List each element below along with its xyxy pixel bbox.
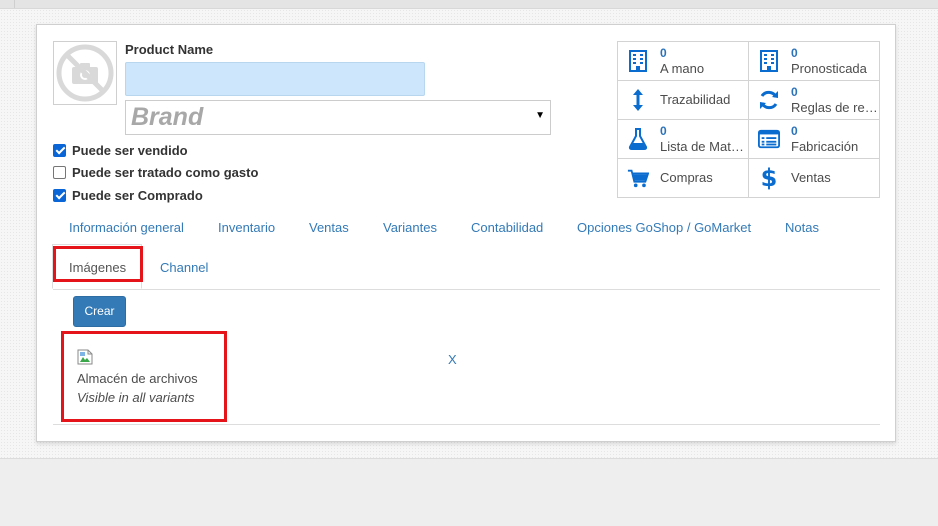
smart-button-on-hand[interactable]: 0 A mano bbox=[618, 42, 749, 81]
smart-button-purchases[interactable]: Compras bbox=[618, 159, 749, 197]
tab-variantes[interactable]: Variantes bbox=[383, 220, 437, 235]
purchases-label: Compras bbox=[660, 170, 713, 185]
checkbox-expense[interactable]: Puede ser tratado como gasto bbox=[53, 164, 258, 180]
sales-label: Ventas bbox=[791, 170, 831, 185]
smart-button-manufacturing[interactable]: 0 Fabricación bbox=[749, 120, 880, 159]
refresh-icon bbox=[758, 89, 780, 111]
on-hand-count: 0 bbox=[660, 46, 667, 60]
bottom-divider bbox=[53, 424, 880, 425]
on-hand-label: A mano bbox=[660, 61, 705, 76]
vertical-arrows-icon bbox=[627, 89, 649, 111]
tab-inventario[interactable]: Inventario bbox=[218, 220, 275, 235]
building-icon bbox=[758, 50, 780, 72]
checkbox-sale-ok-label: Puede ser vendido bbox=[72, 142, 188, 158]
highlight-box-image-item bbox=[61, 331, 227, 422]
smart-buttons-box: 0 A mano 0 Pronosticada Trazabilidad 0 R… bbox=[617, 41, 880, 198]
checkbox-sale-ok-box[interactable] bbox=[53, 143, 66, 157]
tab-informacion-general[interactable]: Información general bbox=[69, 220, 184, 235]
brand-placeholder: Brand bbox=[131, 103, 204, 131]
tabs-underline bbox=[53, 289, 880, 290]
tab-contabilidad[interactable]: Contabilidad bbox=[471, 220, 543, 235]
product-image-placeholder[interactable] bbox=[53, 41, 117, 105]
checkbox-purchase-ok-box[interactable] bbox=[53, 188, 66, 202]
no-photo-icon bbox=[56, 44, 114, 102]
create-button[interactable]: Crear bbox=[73, 296, 126, 327]
smart-button-traceability[interactable]: Trazabilidad bbox=[618, 81, 749, 120]
tab-ventas[interactable]: Ventas bbox=[309, 220, 349, 235]
reorder-rules-label: Reglas de re… bbox=[791, 100, 878, 115]
forecasted-count: 0 bbox=[791, 46, 798, 60]
checkbox-sale-ok[interactable]: Puede ser vendido bbox=[53, 142, 188, 158]
list-alt-icon bbox=[758, 128, 780, 150]
manufacturing-count: 0 bbox=[791, 124, 798, 138]
highlight-box-imagenes-tab bbox=[53, 246, 143, 282]
manufacturing-label: Fabricación bbox=[791, 139, 859, 154]
flask-icon bbox=[627, 128, 649, 150]
bom-count: 0 bbox=[660, 124, 667, 138]
checkbox-expense-box[interactable] bbox=[53, 165, 66, 179]
brand-select[interactable]: Brand ▼ bbox=[125, 100, 551, 135]
product-name-input[interactable] bbox=[125, 62, 425, 96]
smart-button-forecasted[interactable]: 0 Pronosticada bbox=[749, 42, 880, 81]
tab-channel[interactable]: Channel bbox=[160, 260, 208, 275]
smart-button-reorder-rules[interactable]: 0 Reglas de re… bbox=[749, 81, 880, 120]
top-strip bbox=[0, 0, 938, 9]
tab-notas[interactable]: Notas bbox=[785, 220, 819, 235]
cart-icon bbox=[627, 167, 649, 189]
product-name-label: Product Name bbox=[125, 42, 214, 57]
top-strip-divider bbox=[14, 0, 15, 8]
dropdown-caret-icon: ▼ bbox=[535, 110, 545, 121]
smart-button-bom[interactable]: 0 Lista de Mat… bbox=[618, 120, 749, 159]
product-form-sheet: Product Name Brand ▼ Puede ser vendido P… bbox=[36, 24, 896, 442]
dollar-icon: $ bbox=[760, 164, 778, 192]
smart-button-sales[interactable]: $ Ventas bbox=[749, 159, 880, 197]
remove-image-link[interactable]: X bbox=[448, 352, 457, 367]
forecasted-label: Pronosticada bbox=[791, 61, 867, 76]
checkbox-purchase-ok-label: Puede ser Comprado bbox=[72, 187, 203, 203]
checkbox-purchase-ok[interactable]: Puede ser Comprado bbox=[53, 187, 203, 203]
checkbox-expense-label: Puede ser tratado como gasto bbox=[72, 164, 259, 180]
bom-label: Lista de Mat… bbox=[660, 139, 744, 154]
traceability-label: Trazabilidad bbox=[660, 92, 731, 107]
reorder-rules-count: 0 bbox=[791, 85, 798, 99]
tab-opciones-goshop[interactable]: Opciones GoShop / GoMarket bbox=[577, 220, 751, 235]
building-icon bbox=[627, 50, 649, 72]
